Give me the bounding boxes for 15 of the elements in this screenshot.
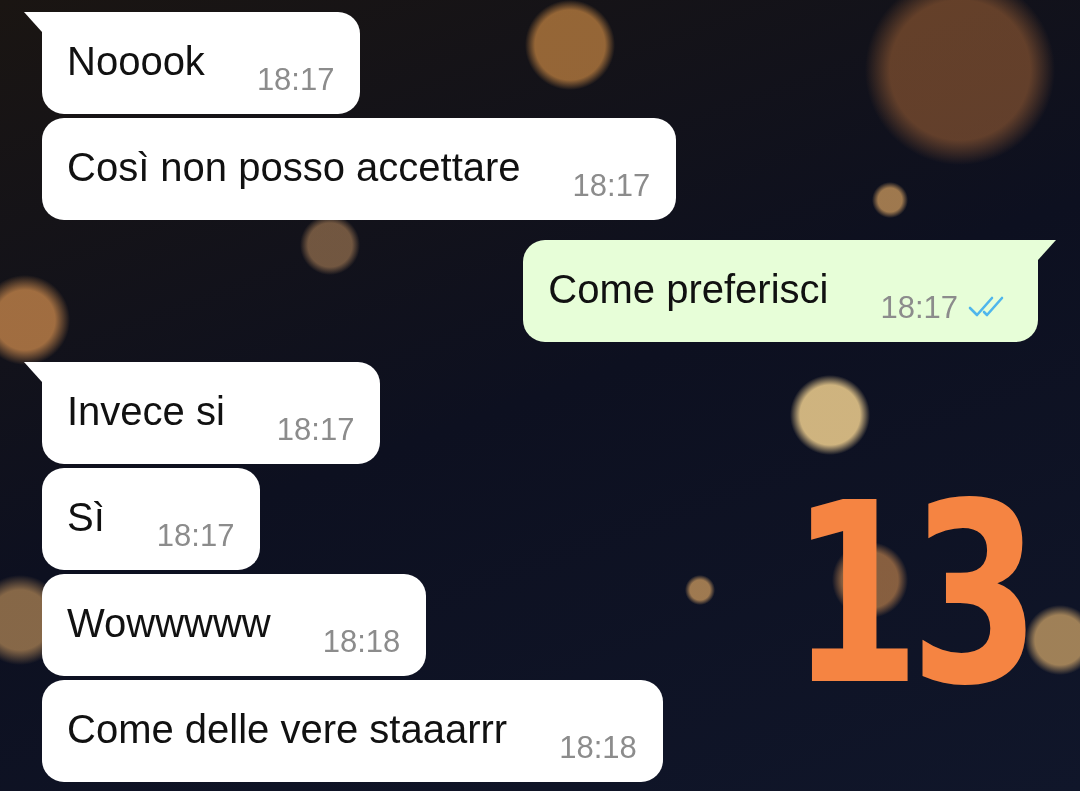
message-text: Nooook (67, 38, 205, 85)
message-time: 18:17 (880, 290, 958, 326)
message-time: 18:17 (156, 518, 235, 554)
handwritten-number: 13 (790, 470, 1030, 720)
message-time: 18:17 (276, 412, 355, 448)
message-text: Come delle vere staaarrr (67, 706, 508, 753)
message-text: Così non posso accettare (67, 144, 521, 191)
message-time: 18:17 (572, 168, 651, 204)
message-time: 18:18 (322, 624, 401, 660)
message-text: Wowwwww (67, 600, 271, 647)
message-text: Come preferisci (548, 266, 829, 313)
message-time: 18:17 (256, 62, 335, 98)
message-time: 18:18 (559, 730, 637, 766)
message-text: Sì (67, 494, 105, 541)
message-text: Invece si (67, 388, 225, 435)
